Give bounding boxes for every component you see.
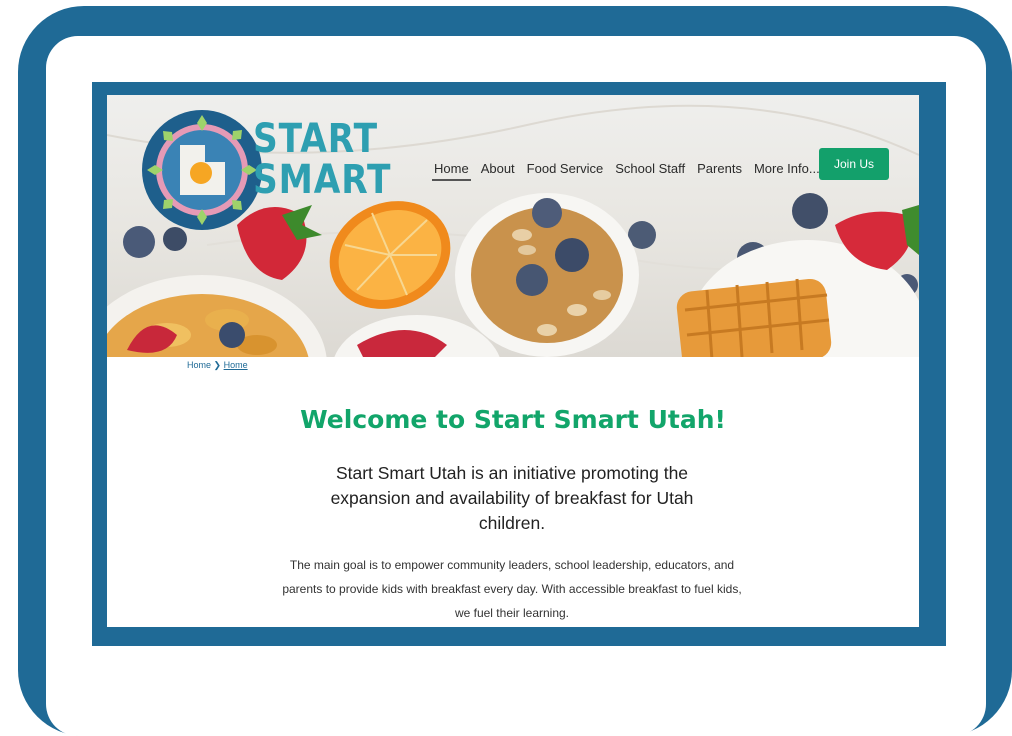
join-us-button[interactable]: Join Us bbox=[819, 148, 889, 180]
logo-line-start: START bbox=[253, 116, 378, 162]
nav-food-service[interactable]: Food Service bbox=[525, 159, 606, 181]
goal-text: The main goal is to empower community le… bbox=[282, 558, 742, 620]
breadcrumb-current[interactable]: Home bbox=[224, 360, 248, 370]
nav-more-info[interactable]: More Info... bbox=[752, 159, 822, 181]
nav-school-staff[interactable]: School Staff bbox=[613, 159, 687, 181]
logo-line-smart: SMART bbox=[253, 157, 392, 203]
main-nav: Home About Food Service School Staff Par… bbox=[432, 159, 822, 181]
page-title: Welcome to Start Smart Utah! bbox=[300, 405, 726, 434]
intro-text: Start Smart Utah is an initiative promot… bbox=[330, 463, 694, 533]
nav-parents[interactable]: Parents bbox=[695, 159, 744, 181]
logo-wordmark: START SMART bbox=[253, 119, 391, 201]
nav-about[interactable]: About bbox=[479, 159, 517, 181]
nav-home[interactable]: Home bbox=[432, 159, 471, 181]
breadcrumb: Home ❯ Home bbox=[187, 360, 248, 371]
breadcrumb-separator-icon: ❯ bbox=[213, 360, 222, 370]
hero-banner: START SMART Home About Food Service Scho… bbox=[107, 95, 919, 357]
breadcrumb-home[interactable]: Home bbox=[187, 360, 211, 370]
website: START SMART Home About Food Service Scho… bbox=[107, 95, 919, 627]
